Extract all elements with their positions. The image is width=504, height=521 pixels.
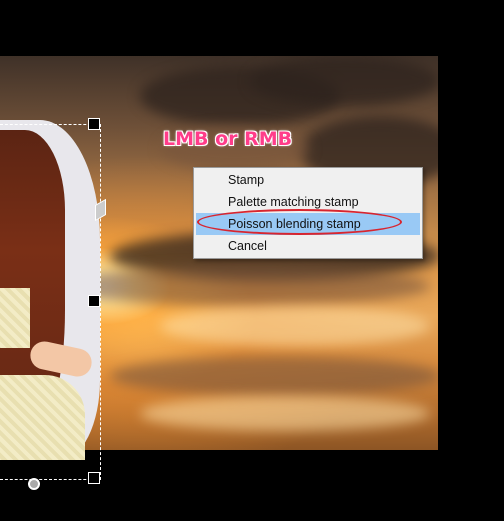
doll-dress: [0, 375, 85, 460]
mouse-button-hint: LMB or RMB: [163, 128, 293, 150]
stamp-context-menu: Stamp Palette matching stamp Poisson ble…: [193, 167, 423, 259]
resize-handle-top-right[interactable]: [88, 118, 100, 130]
menu-item-stamp[interactable]: Stamp: [196, 169, 420, 191]
rotate-handle[interactable]: [28, 478, 40, 490]
doll-dress-top: [0, 288, 30, 348]
resize-handle-middle-right[interactable]: [88, 295, 100, 307]
menu-item-cancel[interactable]: Cancel: [196, 235, 420, 257]
menu-item-poisson-blending-stamp[interactable]: Poisson blending stamp: [196, 213, 420, 235]
doll-layer[interactable]: [0, 120, 100, 460]
resize-handle-bottom-right[interactable]: [88, 472, 100, 484]
menu-item-palette-matching-stamp[interactable]: Palette matching stamp: [196, 191, 420, 213]
